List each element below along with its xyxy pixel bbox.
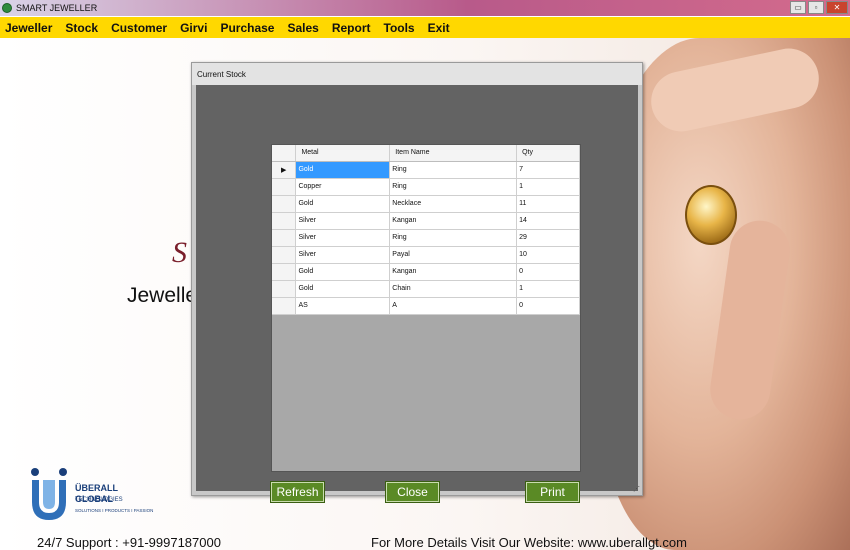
table-row[interactable]: Silver Payal 10 xyxy=(272,246,580,264)
cell-item-name[interactable]: Kangan xyxy=(389,263,518,281)
minimize-button[interactable]: ▭ xyxy=(790,1,806,14)
menu-exit[interactable]: Exit xyxy=(428,21,450,35)
support-text: 24/7 Support : +91-9997187000 xyxy=(37,535,221,550)
table-row[interactable]: Silver Ring 29 xyxy=(272,229,580,247)
cell-metal[interactable]: Silver xyxy=(295,246,391,264)
row-header[interactable] xyxy=(272,263,297,281)
cell-item-name[interactable]: Ring xyxy=(389,161,518,179)
menu-report[interactable]: Report xyxy=(332,21,371,35)
row-header-corner xyxy=(272,145,297,162)
menu-jeweller[interactable]: Jeweller xyxy=(5,21,52,35)
resize-grip-icon[interactable]: ⋰ xyxy=(633,485,640,493)
cell-item-name[interactable]: Kangan xyxy=(389,212,518,230)
print-button[interactable]: Print xyxy=(525,481,580,503)
dialog-title: Current Stock xyxy=(192,63,642,85)
row-header[interactable] xyxy=(272,212,297,230)
menu-customer[interactable]: Customer xyxy=(111,21,167,35)
refresh-button[interactable]: Refresh xyxy=(270,481,325,503)
close-button[interactable]: Close xyxy=(385,481,440,503)
cell-item-name[interactable]: Chain xyxy=(389,280,518,298)
restore-button[interactable]: ▫ xyxy=(808,1,824,14)
cell-metal[interactable]: Silver xyxy=(295,229,391,247)
cell-metal[interactable]: Gold xyxy=(295,280,391,298)
menu-tools[interactable]: Tools xyxy=(384,21,415,35)
cell-qty[interactable]: 10 xyxy=(516,246,580,264)
table-row[interactable]: Copper Ring 1 xyxy=(272,178,580,196)
title-bar: SMART JEWELLER ▭ ▫ ✕ xyxy=(0,0,850,16)
menu-bar: Jeweller Stock Customer Girvi Purchase S… xyxy=(0,17,850,38)
stock-grid[interactable]: Metal Item Name Qty ▶ Gold Ring 7 Copper xyxy=(271,144,581,472)
close-window-button[interactable]: ✕ xyxy=(826,1,848,14)
logo-tagline: SOLUTIONS I PRODUCTS I PASSION xyxy=(75,508,154,513)
cell-item-name[interactable]: Payal xyxy=(389,246,518,264)
app-icon xyxy=(2,3,12,13)
cell-metal[interactable]: Gold xyxy=(295,195,391,213)
cell-metal[interactable]: AS xyxy=(295,297,391,315)
column-header-item-name[interactable]: Item Name xyxy=(389,145,518,162)
window-controls: ▭ ▫ ✕ xyxy=(790,1,848,14)
row-header[interactable] xyxy=(272,195,297,213)
table-row[interactable]: Gold Kangan 0 xyxy=(272,263,580,281)
cell-metal[interactable]: Gold xyxy=(295,161,391,179)
current-row-indicator[interactable]: ▶ xyxy=(272,161,297,179)
stock-table: Metal Item Name Qty ▶ Gold Ring 7 Copper xyxy=(272,145,580,315)
cell-qty[interactable]: 0 xyxy=(516,263,580,281)
table-row[interactable]: ▶ Gold Ring 7 xyxy=(272,161,580,179)
cell-metal[interactable]: Gold xyxy=(295,263,391,281)
brand-text: Jewelle xyxy=(127,284,198,307)
current-stock-dialog: Current Stock Metal Item Name Qty ▶ Gold xyxy=(191,62,643,503)
menu-stock[interactable]: Stock xyxy=(65,21,98,35)
table-row[interactable]: Silver Kangan 14 xyxy=(272,212,580,230)
cell-qty[interactable]: 29 xyxy=(516,229,580,247)
cell-qty[interactable]: 14 xyxy=(516,212,580,230)
logo-subtitle: TECHNOLOGIES xyxy=(75,497,123,503)
table-header-row: Metal Item Name Qty xyxy=(272,145,580,162)
cell-qty[interactable]: 11 xyxy=(516,195,580,213)
window-title: SMART JEWELLER xyxy=(16,3,98,13)
cell-item-name[interactable]: A xyxy=(389,297,518,315)
cell-qty[interactable]: 0 xyxy=(516,297,580,315)
company-logo: ÜBERALL GLOBAL TECHNOLOGIES SOLUTIONS I … xyxy=(28,462,158,528)
menu-sales[interactable]: Sales xyxy=(287,21,318,35)
row-header[interactable] xyxy=(272,246,297,264)
cell-qty[interactable]: 1 xyxy=(516,280,580,298)
column-header-metal[interactable]: Metal xyxy=(295,145,391,162)
row-header[interactable] xyxy=(272,280,297,298)
cell-qty[interactable]: 1 xyxy=(516,178,580,196)
column-header-qty[interactable]: Qty xyxy=(516,145,580,162)
website-text: For More Details Visit Our Website: www.… xyxy=(371,535,687,550)
table-row[interactable]: AS A 0 xyxy=(272,297,580,315)
cell-item-name[interactable]: Ring xyxy=(389,178,518,196)
row-header[interactable] xyxy=(272,178,297,196)
cell-metal[interactable]: Copper xyxy=(295,178,391,196)
row-header[interactable] xyxy=(272,229,297,247)
dialog-body: Metal Item Name Qty ▶ Gold Ring 7 Copper xyxy=(196,85,638,503)
table-row[interactable]: Gold Necklace 11 xyxy=(272,195,580,213)
table-row[interactable]: Gold Chain 1 xyxy=(272,280,580,298)
gold-ring-image xyxy=(685,185,737,245)
cell-metal[interactable]: Silver xyxy=(295,212,391,230)
uberall-logo-icon xyxy=(31,468,67,520)
menu-girvi[interactable]: Girvi xyxy=(180,21,207,35)
menu-purchase[interactable]: Purchase xyxy=(220,21,274,35)
cell-item-name[interactable]: Ring xyxy=(389,229,518,247)
cell-qty[interactable]: 7 xyxy=(516,161,580,179)
row-header[interactable] xyxy=(272,297,297,315)
brand-script-text: S xyxy=(172,236,187,269)
cell-item-name[interactable]: Necklace xyxy=(389,195,518,213)
